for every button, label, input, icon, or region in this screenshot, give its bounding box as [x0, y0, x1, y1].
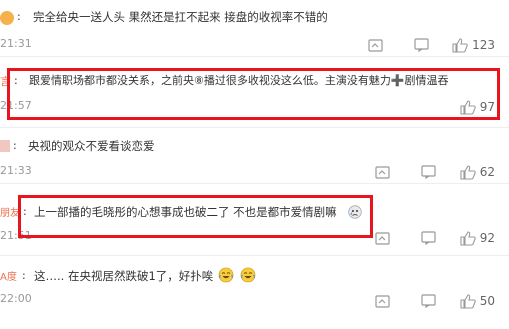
comment-5: A度 : 这….. 在央视居然跌破1了，好扑唉 22:00 50	[0, 256, 509, 329]
comment-time-5: 22:00	[0, 292, 32, 305]
colon-3: :	[13, 139, 17, 152]
like-button[interactable]: 50	[460, 293, 495, 309]
comment-3: : 央视的观众不爱看谈恋爱 21:33 62	[0, 128, 509, 182]
comment-text-3: 央视的观众不爱看谈恋爱	[28, 139, 155, 153]
comment-text-5: 这….. 在央视居然跌破1了，好扑唉	[34, 269, 214, 283]
comment-actions-1: 123	[366, 36, 495, 54]
comment-actions-5: 50	[374, 292, 495, 310]
avatar-1[interactable]	[0, 11, 14, 25]
comment-1: : 完全给央一送人头 果然还是扛不起来 接盘的收视率不错的 21:31 123	[0, 0, 509, 56]
like-button[interactable]: 92	[460, 230, 495, 246]
like-count-3: 62	[479, 165, 495, 179]
thumbs-up-icon	[460, 230, 476, 246]
comment-icon[interactable]	[420, 292, 438, 310]
comment-author-5[interactable]: A度	[0, 268, 17, 283]
highlight-box-1	[7, 68, 500, 120]
comment-time-1: 21:31	[0, 37, 32, 50]
comment-time-3: 21:33	[0, 164, 32, 177]
share-icon[interactable]	[374, 292, 392, 310]
comment-icon[interactable]	[412, 36, 430, 54]
like-count-5: 50	[479, 294, 495, 308]
share-icon[interactable]	[374, 229, 392, 247]
like-button[interactable]: 62	[460, 164, 495, 180]
highlight-box-2	[18, 195, 373, 238]
comment-icon[interactable]	[420, 229, 438, 247]
comment-actions-4: 92	[374, 229, 495, 247]
laughing-tears-emoji-icon	[218, 267, 234, 287]
comment-actions-3: 62	[374, 163, 495, 181]
thumbs-up-icon	[460, 164, 476, 180]
colon-1: :	[17, 10, 21, 23]
like-count-4: 92	[479, 231, 495, 245]
share-icon[interactable]	[366, 36, 384, 54]
laughing-tears-emoji-icon	[240, 267, 256, 287]
avatar-3[interactable]	[0, 140, 10, 152]
like-button[interactable]: 123	[452, 37, 495, 53]
comment-text-1: 完全给央一送人头 果然还是扛不起来 接盘的收视率不错的	[33, 10, 328, 24]
thumbs-up-icon	[452, 37, 468, 53]
comment-author-4[interactable]: 朋友	[0, 204, 20, 219]
thumbs-up-icon	[460, 293, 476, 309]
like-count-1: 123	[472, 38, 495, 52]
share-icon[interactable]	[374, 163, 392, 181]
colon-5: :	[22, 269, 26, 282]
comment-icon[interactable]	[420, 163, 438, 181]
